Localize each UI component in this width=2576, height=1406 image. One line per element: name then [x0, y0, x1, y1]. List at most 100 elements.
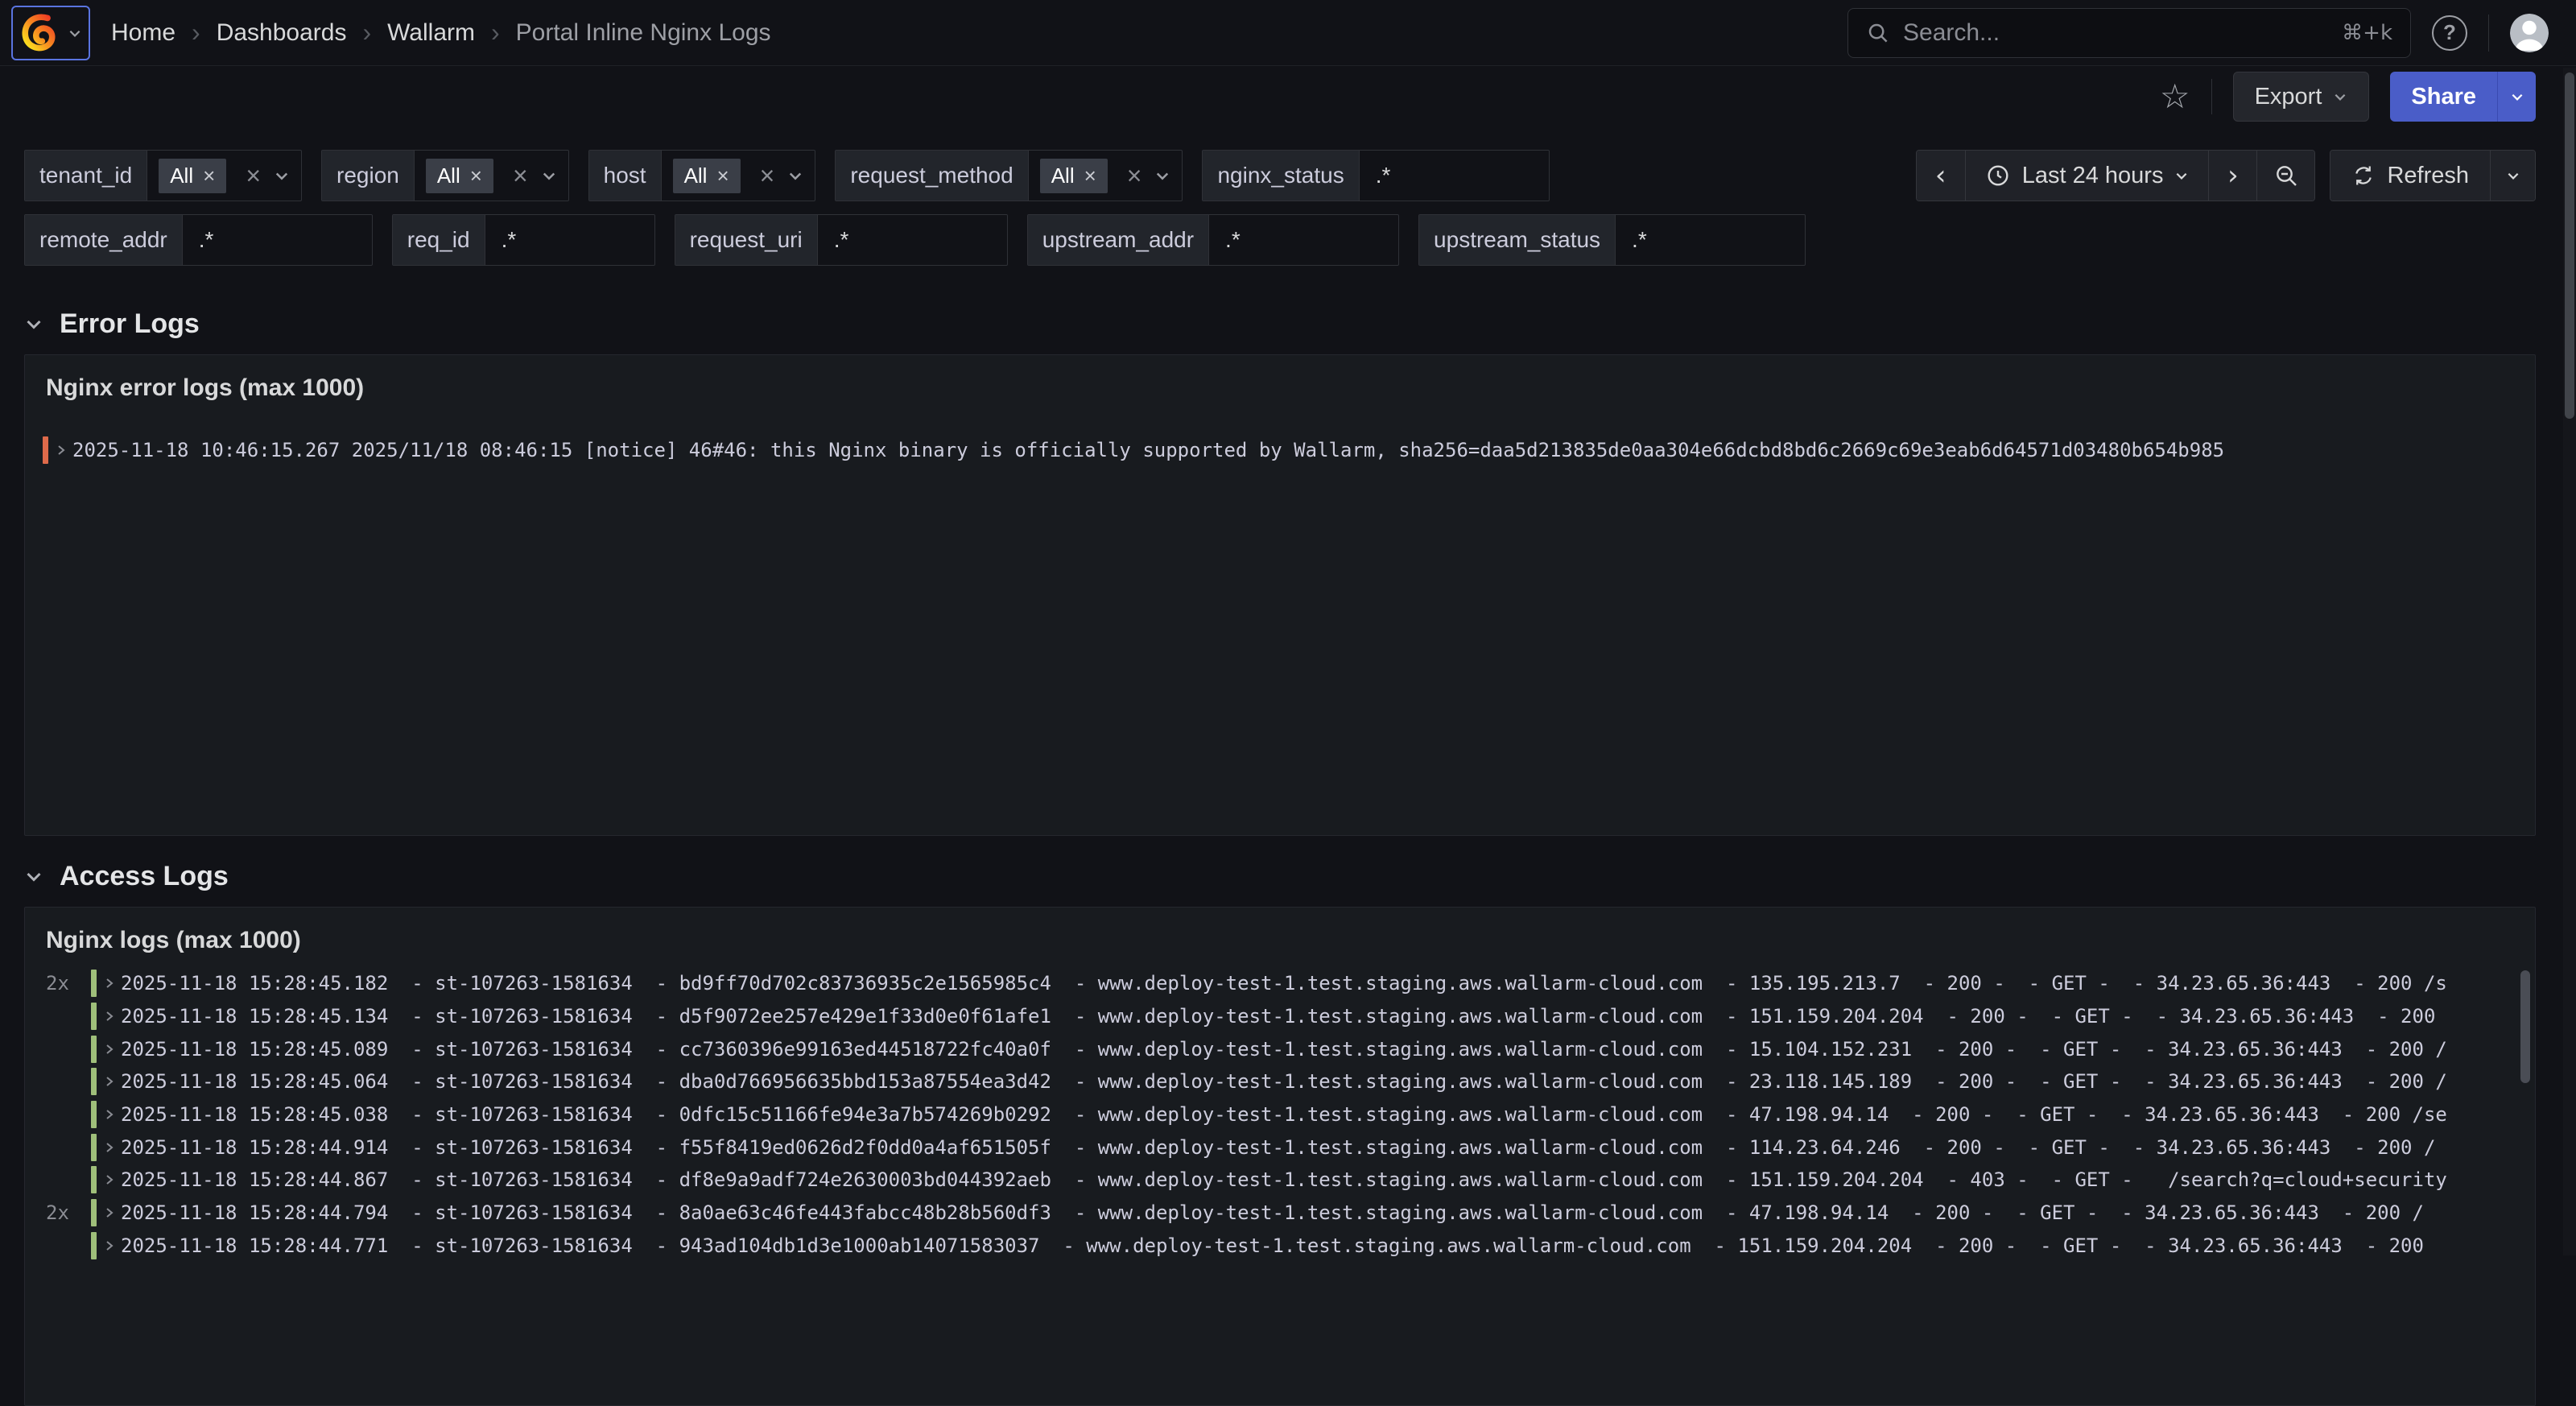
chevron-down-icon — [24, 314, 43, 333]
filter-selected-chip[interactable]: All × — [1040, 159, 1108, 193]
export-button[interactable]: Export — [2233, 72, 2370, 122]
section-title: Error Logs — [60, 308, 200, 340]
filter-label: req_id — [393, 215, 485, 265]
chevron-down-icon — [2333, 89, 2347, 104]
window-scrollbar-thumb[interactable] — [2565, 72, 2574, 419]
export-button-label: Export — [2255, 84, 2322, 110]
filter-label: remote_addr — [25, 215, 183, 265]
log-line-text: 2025-11-18 10:46:15.267 2025/11/18 08:46… — [72, 439, 2224, 461]
filter-value-dropdown[interactable]: All × × — [415, 151, 568, 201]
time-zoom-out-button[interactable] — [2256, 151, 2314, 201]
chevron-down-icon — [24, 866, 43, 886]
breadcrumb-folder[interactable]: Wallarm — [387, 19, 475, 47]
grafana-logo-icon — [18, 11, 61, 55]
window-scrollbar[interactable] — [2563, 68, 2576, 1255]
user-avatar[interactable] — [2510, 14, 2549, 52]
log-expand-icon[interactable] — [103, 1206, 116, 1219]
time-picker: ‹ Last 24 hours › — [1916, 150, 2536, 201]
log-expand-icon[interactable] — [103, 1010, 116, 1023]
filter-request-method: request_method All × × — [835, 150, 1183, 201]
panel-scrollbar-thumb[interactable] — [2520, 970, 2530, 1083]
log-row[interactable]: 2x 2025-11-18 15:28:44.794 - st-107263-1… — [25, 1197, 2535, 1230]
filter-value-dropdown[interactable]: All × × — [147, 151, 301, 201]
clear-icon[interactable]: × — [1127, 163, 1142, 188]
log-level-bar — [91, 1068, 97, 1095]
log-expand-icon[interactable] — [103, 1141, 116, 1154]
chip-remove-icon[interactable]: × — [1084, 165, 1096, 186]
help-icon[interactable]: ? — [2432, 15, 2467, 51]
chip-remove-icon[interactable]: × — [716, 165, 729, 186]
filter-selected-chip[interactable]: All × — [159, 159, 226, 193]
log-row[interactable]: 2025-11-18 15:28:45.064 - st-107263-1581… — [25, 1065, 2535, 1098]
log-level-bar — [91, 1166, 97, 1193]
filter-value-dropdown[interactable]: All × × — [662, 151, 815, 201]
filter-label: request_method — [836, 151, 1028, 201]
grafana-logo-button[interactable] — [11, 6, 90, 60]
log-row[interactable]: 2025-11-18 15:28:44.867 - st-107263-1581… — [25, 1164, 2535, 1197]
refresh-button-label: Refresh — [2387, 163, 2469, 189]
filter-upstream-addr: upstream_addr — [1027, 214, 1399, 266]
log-line-text: 2025-11-18 15:28:44.914 - st-107263-1581… — [121, 1136, 2435, 1159]
filter-text-input[interactable] — [1616, 215, 1805, 265]
log-row[interactable]: 2025-11-18 10:46:15.267 2025/11/18 08:46… — [25, 434, 2535, 467]
filter-text-input[interactable] — [1360, 151, 1549, 201]
log-expand-icon[interactable] — [103, 1075, 116, 1088]
panel-title: Nginx logs (max 1000) — [25, 908, 2535, 954]
chevron-down-icon[interactable] — [1154, 167, 1170, 184]
filter-remote-addr: remote_addr — [24, 214, 373, 266]
log-row[interactable]: 2025-11-18 15:28:44.771 - st-107263-1581… — [25, 1230, 2535, 1263]
filter-value-dropdown[interactable]: All × × — [1029, 151, 1183, 201]
top-nav: Home › Dashboards › Wallarm › Portal Inl… — [0, 0, 2576, 66]
section-access-logs[interactable]: Access Logs — [24, 857, 2536, 895]
refresh-button[interactable]: Refresh — [2330, 151, 2490, 201]
search-shortcut-hint: ⌘+k — [2342, 21, 2392, 45]
refresh-interval-button[interactable] — [2490, 151, 2535, 201]
breadcrumb-dashboards[interactable]: Dashboards — [217, 19, 347, 47]
clear-icon[interactable]: × — [760, 163, 775, 188]
log-row[interactable]: 2x 2025-11-18 15:28:45.182 - st-107263-1… — [25, 967, 2535, 1000]
log-row[interactable]: 2025-11-18 15:28:45.134 - st-107263-1581… — [25, 1000, 2535, 1033]
chip-remove-icon[interactable]: × — [203, 165, 215, 186]
log-expand-icon[interactable] — [103, 1173, 116, 1186]
search-box[interactable]: ⌘+k — [1847, 8, 2411, 58]
search-input[interactable] — [1903, 19, 2329, 47]
filter-text-input[interactable] — [818, 215, 1007, 265]
log-expand-icon[interactable] — [103, 977, 116, 990]
favorite-star-icon[interactable]: ☆ — [2160, 80, 2190, 114]
log-row[interactable]: 2025-11-18 15:28:45.089 - st-107263-1581… — [25, 1032, 2535, 1065]
share-menu-button[interactable] — [2497, 72, 2536, 122]
filter-text-input[interactable] — [485, 215, 654, 265]
share-button[interactable]: Share — [2390, 72, 2497, 122]
filter-label: upstream_addr — [1028, 215, 1209, 265]
chevron-down-icon[interactable] — [274, 167, 290, 184]
filter-chip-label: All — [1051, 163, 1075, 188]
filter-selected-chip[interactable]: All × — [673, 159, 741, 193]
filter-host: host All × × — [588, 150, 816, 201]
filter-selected-chip[interactable]: All × — [426, 159, 493, 193]
chevron-down-icon[interactable] — [787, 167, 803, 184]
breadcrumb-home[interactable]: Home — [111, 19, 175, 47]
breadcrumb-separator: › — [192, 18, 200, 48]
clear-icon[interactable]: × — [246, 163, 261, 188]
filter-text-input[interactable] — [1209, 215, 1398, 265]
time-shift-forward-button[interactable]: › — [2208, 151, 2256, 201]
log-level-bar — [91, 1199, 97, 1226]
chip-remove-icon[interactable]: × — [470, 165, 482, 186]
log-row[interactable]: 2025-11-18 15:28:45.038 - st-107263-1581… — [25, 1098, 2535, 1131]
time-shift-back-button[interactable]: ‹ — [1917, 151, 1965, 201]
refresh-icon — [2351, 163, 2376, 188]
filter-label: tenant_id — [25, 151, 147, 201]
filter-text-input[interactable] — [183, 215, 372, 265]
time-range-button[interactable]: Last 24 hours — [1965, 151, 2209, 201]
section-error-logs[interactable]: Error Logs — [24, 304, 2536, 343]
log-expand-icon[interactable] — [55, 444, 68, 457]
chevron-down-icon[interactable] — [541, 167, 557, 184]
dashboard-toolbar: ☆ Export Share — [0, 66, 2576, 127]
log-line-text: 2025-11-18 15:28:45.038 - st-107263-1581… — [121, 1103, 2447, 1126]
zoom-out-icon — [2273, 163, 2299, 188]
log-expand-icon[interactable] — [103, 1108, 116, 1121]
log-row[interactable]: 2025-11-18 15:28:44.914 - st-107263-1581… — [25, 1131, 2535, 1164]
log-expand-icon[interactable] — [103, 1239, 116, 1252]
clear-icon[interactable]: × — [513, 163, 528, 188]
log-expand-icon[interactable] — [103, 1043, 116, 1056]
